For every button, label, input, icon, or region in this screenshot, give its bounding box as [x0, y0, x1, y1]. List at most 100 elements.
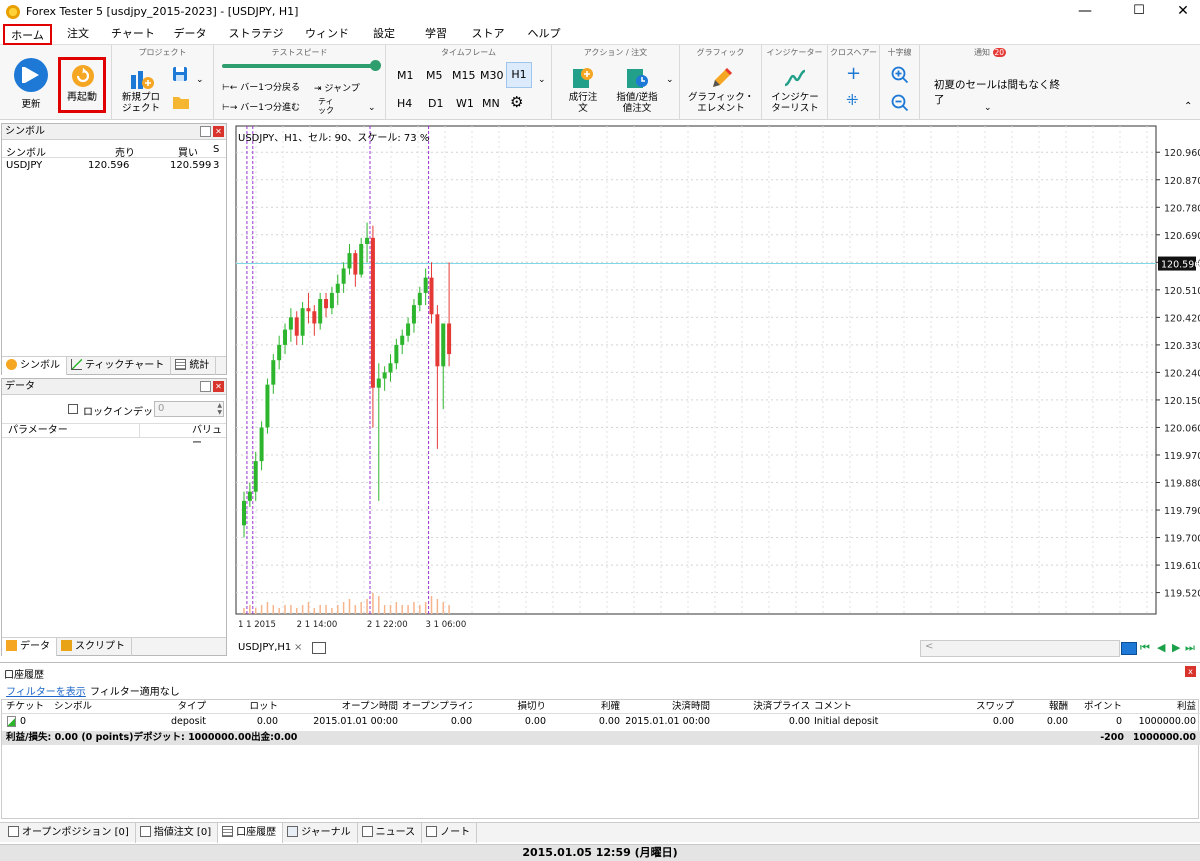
points-cell: 0 [1115, 716, 1122, 727]
pending-order-button[interactable]: 指値/逆指 値注文 [610, 65, 664, 117]
scroll-left-icon[interactable]: < [925, 641, 933, 652]
back-bar-button[interactable]: ⊢← バー1つ分戻る [222, 80, 300, 93]
menu-settings[interactable]: 設定 [366, 24, 402, 45]
candle-body [417, 292, 422, 306]
first-bar-icon[interactable]: ⏮ [1140, 641, 1150, 655]
maximize-button[interactable]: ☐ [1116, 0, 1162, 24]
tab-open-positions[interactable]: オープンポジション [0] [0, 823, 136, 843]
y-tick-label: 120.510 [1164, 286, 1200, 297]
speed-slider[interactable] [222, 64, 376, 68]
chart-scrollbar[interactable]: < [920, 640, 1120, 657]
graphic-element-button[interactable]: グラフィック・ エレメント [686, 65, 756, 119]
tf-d1[interactable]: D1 [428, 97, 443, 110]
speed-dropdown-icon[interactable]: ⌄ [368, 103, 376, 113]
new-project-label: 新規プロ ジェクト [121, 92, 160, 114]
crosshair-icon[interactable]: + [846, 63, 861, 84]
prev-bar-icon[interactable]: ◀ [1157, 641, 1165, 654]
tab-open-positions-label: オープンポジション [0] [22, 827, 129, 838]
candle-body [423, 277, 428, 293]
zoom-in-icon[interactable] [891, 66, 909, 84]
col-divider [139, 424, 140, 437]
timeframe-dropdown-icon[interactable]: ⌄ [538, 75, 546, 85]
tf-h1[interactable]: H1 [506, 62, 532, 88]
menu-help[interactable]: ヘルプ [524, 24, 564, 45]
indicator-list-button[interactable]: インジケー ターリスト [766, 65, 824, 119]
last-bar-icon[interactable]: ⏭ [1185, 641, 1195, 655]
spin-arrows-icon[interactable]: ▲ ▼ [217, 402, 222, 416]
menu-window[interactable]: ウィンドウ [302, 24, 352, 60]
tab-tick-chart-label: ティックチャート [85, 360, 165, 371]
menu-store[interactable]: ストア [470, 24, 506, 45]
tf-m30[interactable]: M30 [480, 69, 504, 82]
candle-body [283, 329, 288, 345]
timeframe-settings-gear-icon[interactable]: ⚙ [510, 93, 523, 111]
tf-m5[interactable]: M5 [426, 69, 443, 82]
project-dropdown-icon[interactable]: ⌄ [196, 75, 204, 85]
tab-data[interactable]: データ [2, 638, 57, 656]
candle-body [429, 277, 434, 315]
table-row[interactable]: USDJPY 120.596 120.599 3 [2, 160, 226, 174]
ribbon-collapse-icon[interactable]: ⌃ [1184, 101, 1192, 112]
zoom-group-label: 十字線 [887, 48, 912, 57]
crosshair-dotted-icon[interactable]: ⁜ [846, 91, 859, 109]
zoom-out-icon[interactable] [891, 94, 909, 112]
tab-stats[interactable]: 統計 [171, 357, 217, 375]
tf-m1[interactable]: M1 [397, 69, 414, 82]
tick-button[interactable]: ティ ック [318, 97, 334, 115]
tf-mn[interactable]: MN [482, 97, 500, 110]
tab-tick-chart[interactable]: ティックチャート [67, 357, 172, 375]
new-project-button[interactable]: 新規プロ ジェクト [120, 65, 162, 115]
market-order-button[interactable]: 成行注 文 [558, 65, 608, 117]
menu-learn[interactable]: 学習 [418, 24, 454, 45]
table-row[interactable]: 0 deposit 0.00 2015.01.01 00:00 0.00 0.00 0.00… [2, 715, 1200, 729]
open-folder-icon[interactable] [172, 94, 190, 110]
tf-h4[interactable]: H4 [397, 97, 412, 110]
lock-index-input[interactable]: 0 ▲ ▼ [154, 401, 224, 417]
chart-view-icon[interactable] [1121, 642, 1137, 655]
tab-pending-orders[interactable]: 指値注文 [0] [136, 823, 219, 843]
save-icon[interactable] [172, 66, 188, 82]
ribbon-group-speed: テストスピード ⊢← バー1つ分戻る ⊢→ バー1つ分進む ⇥ ジャンプ ティ … [214, 45, 386, 120]
forward-bar-button[interactable]: ⊢→ バー1つ分進む [222, 100, 300, 113]
menu-strategy[interactable]: ストラテジー [226, 24, 286, 60]
chart-tab-label[interactable]: USDJPY,H1 [238, 642, 291, 653]
tf-m15[interactable]: M15 [452, 69, 476, 82]
menu-home[interactable]: ホーム [3, 24, 52, 45]
filter-link[interactable]: フィルターを表示 [6, 683, 86, 698]
restart-button[interactable]: 再起動 [58, 57, 106, 113]
price-chart[interactable]: 120.960120.870120.780120.690120.600120.5… [232, 124, 1200, 639]
close-button[interactable]: ✕ [1160, 0, 1200, 24]
detach-window-icon[interactable] [312, 642, 326, 654]
menu-order[interactable]: 注文 [60, 24, 96, 45]
tab-script-label: スクリプト [75, 641, 125, 652]
y-tick-label: 120.690 [1164, 231, 1200, 242]
update-button[interactable]: 更新 [8, 55, 54, 115]
menu-data[interactable]: データ [168, 24, 212, 45]
tab-news[interactable]: ニュース [358, 823, 423, 843]
history-close-icon[interactable]: x [1185, 666, 1196, 677]
speed-slider-thumb[interactable] [370, 60, 381, 71]
order-dropdown-icon[interactable]: ⌄ [666, 75, 674, 85]
tf-w1[interactable]: W1 [456, 97, 474, 110]
tab-symbol[interactable]: シンボル [2, 357, 67, 375]
lock-index-checkbox[interactable] [68, 404, 78, 414]
tab-journal[interactable]: ジャーナル [283, 823, 358, 843]
minimize-button[interactable]: — [1062, 0, 1108, 24]
tab-notes[interactable]: ノート [422, 823, 478, 843]
chart-area[interactable]: 120.960120.870120.780120.690120.600120.5… [232, 124, 1200, 639]
notice-dropdown-icon[interactable]: ⌄ [984, 103, 992, 113]
jump-button[interactable]: ⇥ ジャンプ [314, 81, 360, 94]
next-bar-icon[interactable]: ▶ [1172, 641, 1180, 654]
tab-script[interactable]: スクリプト [57, 638, 132, 656]
restore-icon[interactable] [200, 381, 211, 392]
chart-tab-close-icon[interactable]: × [294, 642, 302, 653]
notice-text[interactable]: 初夏のセールは間もなく終了 [934, 77, 1060, 107]
value-col-header: バリュー [192, 425, 222, 449]
menu-chart[interactable]: チャート [110, 24, 156, 45]
candle-body [288, 317, 293, 330]
tab-account-history[interactable]: 口座履歴 [218, 823, 284, 843]
panel-close-icon[interactable]: ✕ [213, 381, 224, 392]
market-order-label: 成行注 文 [568, 92, 598, 114]
panel-close-icon[interactable]: ✕ [213, 126, 224, 137]
restore-icon[interactable] [200, 126, 211, 137]
